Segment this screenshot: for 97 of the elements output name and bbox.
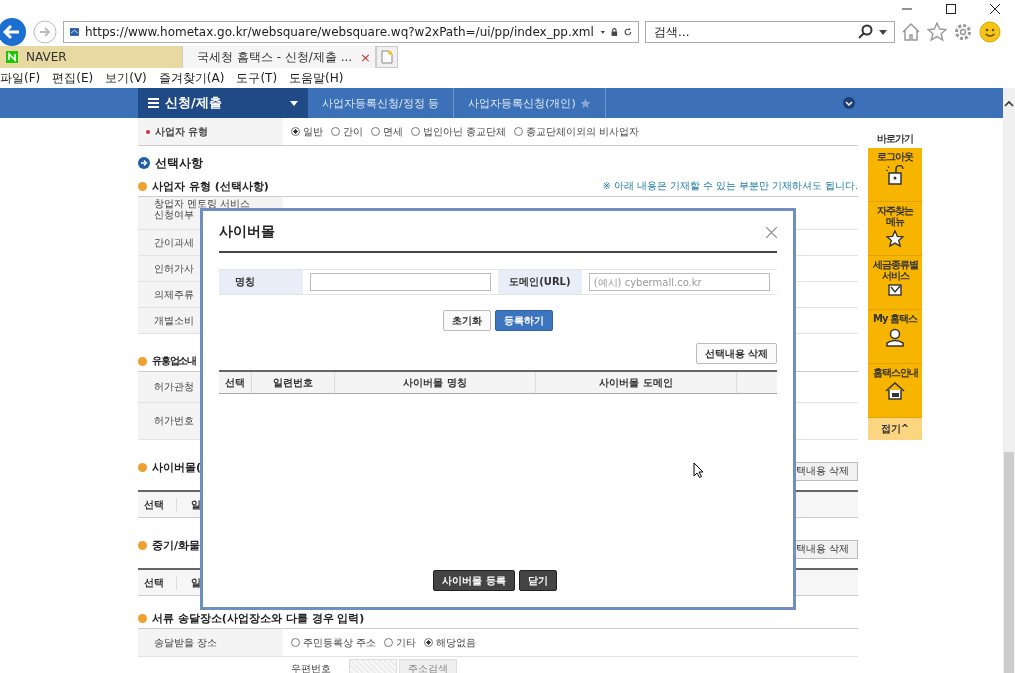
section-subtitle: 유흥업소내 <box>152 354 196 368</box>
caret-icon <box>290 100 298 106</box>
name-input[interactable] <box>309 273 492 291</box>
scrollbar[interactable] <box>1003 118 1015 673</box>
star-icon <box>886 230 904 248</box>
menu-icon <box>148 98 159 108</box>
close-icon[interactable] <box>989 3 1001 15</box>
radio-button[interactable] <box>291 127 300 136</box>
star-icon[interactable] <box>927 22 947 42</box>
browser-tab[interactable]: NAVER <box>0 46 183 68</box>
column-header: 선택 <box>143 575 165 590</box>
breadcrumb-link[interactable]: 사업자등록신청/정정 등 <box>308 88 455 118</box>
field-label: 송달받을 장소 <box>138 629 283 656</box>
collapse-button[interactable]: 접기^ <box>868 418 922 440</box>
dropdown-icon[interactable] <box>878 28 888 36</box>
register-button[interactable]: 등록하기 <box>495 310 553 331</box>
radio-label: 종교단체이외의 비사업자 <box>526 124 640 139</box>
tab-close-button[interactable]: × <box>360 49 371 65</box>
menu-item[interactable]: 도구(T) <box>236 69 278 87</box>
back-icon[interactable] <box>0 17 27 47</box>
quick-menu-item[interactable]: 세금종류별 서비스 <box>868 256 922 310</box>
radio-button[interactable] <box>371 127 380 136</box>
radio-button[interactable] <box>411 127 420 136</box>
reset-button[interactable]: 초기화 <box>443 310 491 331</box>
quick-menu-item[interactable]: 로그아웃 <box>868 148 922 202</box>
menu-item[interactable]: 편집(E) <box>52 69 94 87</box>
section-subtitle: 사이버몰( <box>152 459 202 475</box>
close-button[interactable]: 닫기 <box>518 570 557 591</box>
radio-button[interactable] <box>424 638 434 647</box>
menu-item[interactable]: 도움말(H) <box>289 69 344 87</box>
field-label: 사업자 유형 <box>138 118 283 145</box>
menu-item[interactable]: 파일(F) <box>0 69 41 87</box>
field-label: 도메인(URL) <box>498 270 582 294</box>
postcode-field[interactable] <box>349 659 397 673</box>
domain-input[interactable]: (예시) cybermall.co.kr <box>588 273 770 291</box>
checkbox-icon <box>888 284 902 296</box>
radio-label: 법인아닌 종교단체 <box>423 124 507 139</box>
person-icon <box>885 327 905 347</box>
dropdown-icon[interactable] <box>599 28 606 36</box>
breadcrumb-link[interactable]: 사업자등록신청(개인) <box>454 88 606 118</box>
bullet-icon <box>138 356 147 366</box>
mouse-cursor-icon <box>693 462 704 478</box>
home-icon[interactable] <box>901 22 921 42</box>
radio-button[interactable] <box>514 127 524 136</box>
column-header: 사이버몰 명칭 <box>335 372 536 393</box>
radio-label: 기타 <box>396 635 417 650</box>
column-header: 일련번호 <box>252 372 335 393</box>
field-label: 명칭 <box>219 270 303 294</box>
new-tab-button[interactable] <box>376 46 398 68</box>
lock-icon <box>611 25 619 39</box>
menu-item[interactable]: 즐겨찾기(A) <box>158 69 225 87</box>
field-label: 우편번호 <box>291 662 332 673</box>
quick-menu-title: 바로가기 <box>876 132 914 146</box>
quick-menu-item[interactable]: My 홈택스 <box>868 310 922 364</box>
note-text: ※ 아래 내용은 기재할 수 있는 부분만 기재하셔도 됩니다. <box>602 179 858 193</box>
section-subtitle: 중기/화물 <box>152 537 201 553</box>
radio-label: 해당없음 <box>436 635 477 650</box>
address-bar[interactable]: https://www.hometax.go.kr/websquare/websquare.wq?w2xPath=/ui/pp/index_pp.xml <box>63 21 639 43</box>
column-header: 선택 <box>143 497 165 512</box>
site-icon <box>6 51 18 63</box>
scroll-up-icon[interactable] <box>1004 99 1014 107</box>
required-icon <box>146 129 150 134</box>
house-icon <box>884 381 906 401</box>
radio-button[interactable] <box>384 638 394 647</box>
forward-icon[interactable] <box>33 20 57 44</box>
browser-tab[interactable]: 국세청 홈택스 - 신청/제출 ... × <box>183 46 376 68</box>
nav-menu-button[interactable]: 신청/제출 <box>138 88 308 118</box>
settings-icon[interactable] <box>953 22 973 42</box>
radio-label: 일반 <box>303 124 323 139</box>
search-icon[interactable] <box>858 24 874 40</box>
smiley-icon[interactable] <box>979 21 1001 43</box>
submit-button[interactable]: 사이버몰 등록 <box>433 570 515 591</box>
arrow-circle-icon <box>138 157 150 169</box>
column-header: 사이버몰 도메인 <box>536 372 737 393</box>
radio-label: 주민등록상 주소 <box>303 635 377 650</box>
bullet-icon <box>138 540 147 550</box>
search-field[interactable]: 검색... <box>645 21 895 43</box>
section-title: 선택사항 <box>155 154 203 172</box>
star-icon[interactable] <box>579 97 591 109</box>
menu-item[interactable]: 보기(V) <box>105 69 147 87</box>
radio-button[interactable] <box>291 638 300 647</box>
column-header: 선택 <box>219 372 252 393</box>
padlock-icon <box>884 165 906 185</box>
bullet-icon <box>138 462 147 472</box>
radio-label: 면세 <box>383 124 403 139</box>
radio-button[interactable] <box>331 127 340 136</box>
maximize-icon[interactable] <box>945 3 957 15</box>
bullet-icon <box>138 181 147 191</box>
section-subtitle: 서류 송달장소(사업장소와 다를 경우 입력) <box>152 610 365 626</box>
section-subtitle: 사업자 유형 (선택사항) <box>152 178 269 194</box>
site-icon <box>70 25 79 39</box>
bullet-icon <box>138 613 147 623</box>
quick-menu-item[interactable]: 자주찾는 메뉴 <box>868 202 922 256</box>
delete-button[interactable]: 선택내용 삭제 <box>695 343 777 364</box>
expand-icon[interactable] <box>843 97 855 109</box>
radio-label: 간이 <box>343 124 363 139</box>
new-tab-icon <box>381 50 393 64</box>
